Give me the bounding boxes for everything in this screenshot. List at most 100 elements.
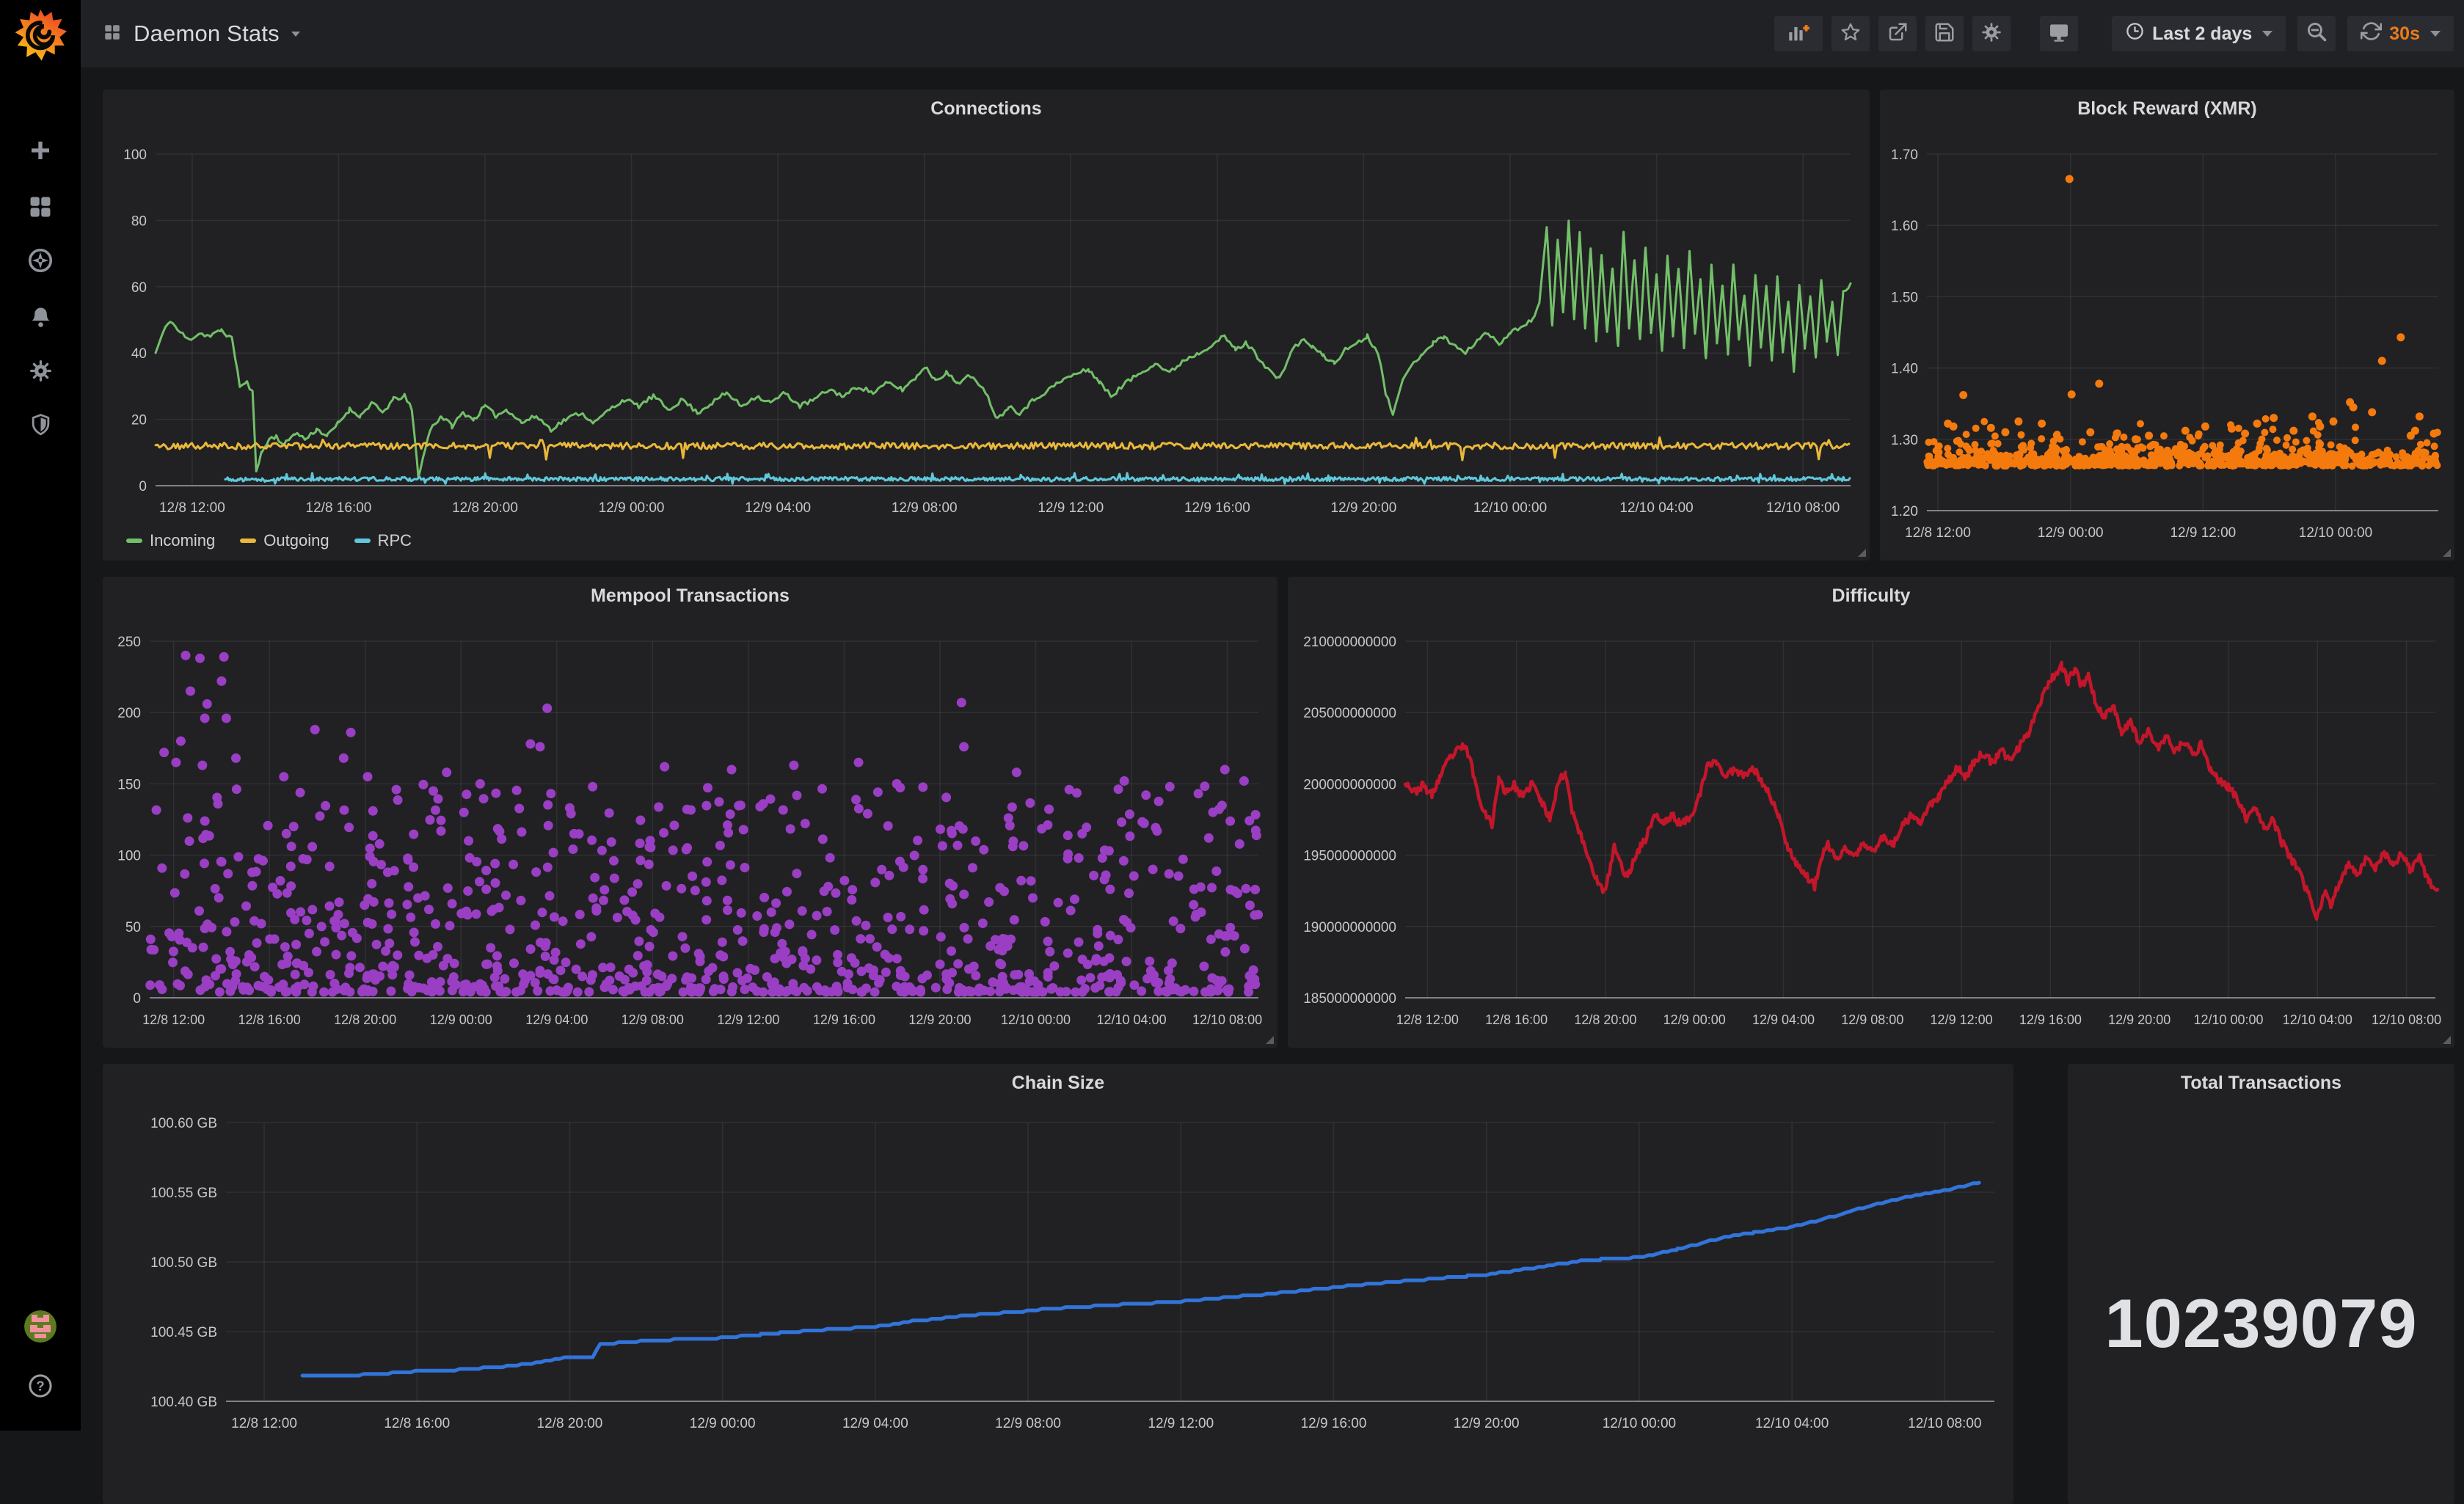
svg-text:12/8 16:00: 12/8 16:00 — [1485, 1012, 1548, 1027]
grafana-logo-icon[interactable] — [10, 6, 70, 66]
chart-legend: Incoming Outgoing RPC — [126, 531, 412, 550]
svg-text:12/10 08:00: 12/10 08:00 — [1766, 500, 1840, 516]
refresh-icon — [2361, 21, 2382, 47]
svg-text:12/9 20:00: 12/9 20:00 — [2108, 1012, 2170, 1027]
svg-text:200: 200 — [117, 706, 141, 721]
panel-title[interactable]: Difficulty — [1288, 585, 2454, 607]
sidebar-item-help[interactable]: ? — [0, 1362, 81, 1410]
block-reward-chart[interactable]: 12/8 12:0012/9 00:0012/9 12:0012/10 00:0… — [1880, 90, 2454, 561]
panel-resize-handle[interactable] — [2443, 1036, 2451, 1044]
svg-text:12/9 16:00: 12/9 16:00 — [1301, 1416, 1367, 1431]
dashboards-grid-icon — [28, 194, 53, 219]
legend-color-chip — [354, 539, 371, 543]
svg-text:150: 150 — [117, 777, 141, 792]
save-dashboard-button[interactable] — [1925, 16, 1964, 51]
svg-text:50: 50 — [125, 920, 141, 935]
svg-text:12/9 08:00: 12/9 08:00 — [1841, 1012, 1903, 1027]
panel-title[interactable]: Chain Size — [103, 1073, 2013, 1094]
bar-chart-plus-icon — [1786, 20, 1811, 48]
share-dashboard-button[interactable] — [1878, 16, 1917, 51]
difficulty-chart[interactable]: 12/8 12:0012/8 16:0012/8 20:0012/9 00:00… — [1288, 577, 2454, 1048]
svg-text:12/10 08:00: 12/10 08:00 — [1908, 1416, 1981, 1431]
sidebar-item-alerting[interactable] — [0, 293, 81, 341]
svg-text:1.20: 1.20 — [1891, 504, 1918, 519]
svg-text:12/8 12:00: 12/8 12:00 — [1905, 525, 1971, 541]
connections-chart[interactable]: 12/8 12:0012/8 16:0012/8 20:0012/9 00:00… — [103, 90, 1870, 561]
clock-icon — [2125, 21, 2145, 46]
svg-text:12/9 08:00: 12/9 08:00 — [892, 500, 958, 516]
magnifier-minus-icon — [2306, 21, 2328, 47]
svg-text:195000000000: 195000000000 — [1303, 849, 1396, 864]
svg-text:12/8 20:00: 12/8 20:00 — [1574, 1012, 1636, 1027]
sidebar-item-configuration[interactable] — [0, 346, 81, 395]
legend-item-incoming[interactable]: Incoming — [126, 531, 215, 550]
panel-resize-handle[interactable] — [1266, 1036, 1274, 1044]
svg-text:12/10 00:00: 12/10 00:00 — [1473, 500, 1547, 516]
dashboard-settings-button[interactable] — [1972, 16, 2011, 51]
user-avatar[interactable] — [24, 1310, 57, 1343]
svg-text:200000000000: 200000000000 — [1303, 777, 1396, 792]
svg-text:12/10 00:00: 12/10 00:00 — [2299, 525, 2372, 541]
svg-text:60: 60 — [131, 280, 147, 296]
sidebar-item-admin[interactable] — [0, 400, 81, 448]
dashboard-title-picker[interactable]: Daemon Stats — [103, 21, 300, 47]
svg-text:12/8 20:00: 12/8 20:00 — [334, 1012, 396, 1027]
panel-title[interactable]: Total Transactions — [2068, 1073, 2454, 1094]
svg-text:12/8 20:00: 12/8 20:00 — [452, 500, 518, 516]
admin-shield-icon — [29, 413, 52, 436]
alerting-bell-icon — [29, 305, 53, 329]
refresh-interval-label: 30s — [2389, 23, 2420, 45]
svg-text:1.40: 1.40 — [1891, 362, 1918, 377]
svg-text:12/8 12:00: 12/8 12:00 — [142, 1012, 205, 1027]
chevron-down-icon — [291, 32, 300, 37]
sidebar-item-explore[interactable] — [0, 236, 81, 285]
svg-text:12/8 12:00: 12/8 12:00 — [231, 1416, 297, 1431]
svg-text:1.30: 1.30 — [1891, 433, 1918, 448]
svg-text:12/9 04:00: 12/9 04:00 — [842, 1416, 908, 1431]
panel-resize-handle[interactable] — [1858, 549, 1866, 557]
svg-text:12/9 16:00: 12/9 16:00 — [2019, 1012, 2082, 1027]
svg-text:12/9 00:00: 12/9 00:00 — [430, 1012, 492, 1027]
legend-item-rpc[interactable]: RPC — [354, 531, 412, 550]
top-nav: Daemon Stats Last 2 days — [81, 0, 2464, 67]
panel-title[interactable]: Block Reward (XMR) — [1880, 98, 2454, 120]
svg-text:100: 100 — [117, 849, 141, 864]
svg-text:1.50: 1.50 — [1891, 290, 1918, 305]
svg-text:?: ? — [36, 1379, 44, 1394]
cycle-view-mode-button[interactable] — [2040, 16, 2078, 51]
svg-text:12/9 08:00: 12/9 08:00 — [995, 1416, 1061, 1431]
mempool-chart[interactable]: 12/8 12:00 12/8 16:00 12/8 20:00 12/9 00:00… — [103, 577, 1277, 1048]
panel-difficulty: Difficulty 12/8 12:0012/8 16:0012/8 20:0… — [1288, 577, 2454, 1048]
svg-text:100.60 GB: 100.60 GB — [150, 1116, 217, 1131]
refresh-picker[interactable]: 30s — [2347, 16, 2454, 51]
svg-text:12/9 12:00: 12/9 12:00 — [1038, 500, 1104, 516]
legend-item-outgoing[interactable]: Outgoing — [240, 531, 329, 550]
svg-text:12/9 20:00: 12/9 20:00 — [1454, 1416, 1520, 1431]
star-dashboard-button[interactable] — [1831, 16, 1870, 51]
page-title: Daemon Stats — [134, 21, 280, 47]
chevron-down-icon — [2430, 31, 2441, 37]
svg-text:12/8 16:00: 12/8 16:00 — [306, 500, 372, 516]
svg-text:12/8 12:00: 12/8 12:00 — [159, 500, 225, 516]
svg-text:12/10 04:00: 12/10 04:00 — [1755, 1416, 1829, 1431]
svg-text:12/9 16:00: 12/9 16:00 — [1184, 500, 1250, 516]
explore-compass-icon — [27, 247, 54, 274]
star-icon — [1840, 21, 1862, 47]
sidebar-item-create[interactable] — [0, 126, 81, 175]
panel-connections: Connections 12/8 12:00 12/8 16:00 12/8 20:… — [103, 90, 1870, 561]
zoom-out-button[interactable] — [2297, 16, 2336, 51]
svg-text:190000000000: 190000000000 — [1303, 920, 1396, 935]
chain-size-chart[interactable]: 12/8 12:0012/8 16:0012/8 20:0012/9 00:00… — [103, 1064, 2013, 1504]
svg-text:12/10 04:00: 12/10 04:00 — [2283, 1012, 2352, 1027]
svg-text:80: 80 — [131, 213, 147, 229]
time-range-picker[interactable]: Last 2 days — [2112, 16, 2286, 51]
sidebar: ? — [0, 0, 81, 1431]
svg-text:12/10 04:00: 12/10 04:00 — [1619, 500, 1693, 516]
svg-text:12/8 16:00: 12/8 16:00 — [238, 1012, 301, 1027]
panel-title[interactable]: Mempool Transactions — [103, 585, 1277, 607]
sidebar-item-dashboards[interactable] — [0, 183, 81, 231]
panel-resize-handle[interactable] — [2443, 549, 2451, 557]
panel-title[interactable]: Connections — [103, 98, 1870, 120]
svg-text:12/9 20:00: 12/9 20:00 — [1331, 500, 1397, 516]
add-panel-button[interactable] — [1774, 16, 1823, 51]
